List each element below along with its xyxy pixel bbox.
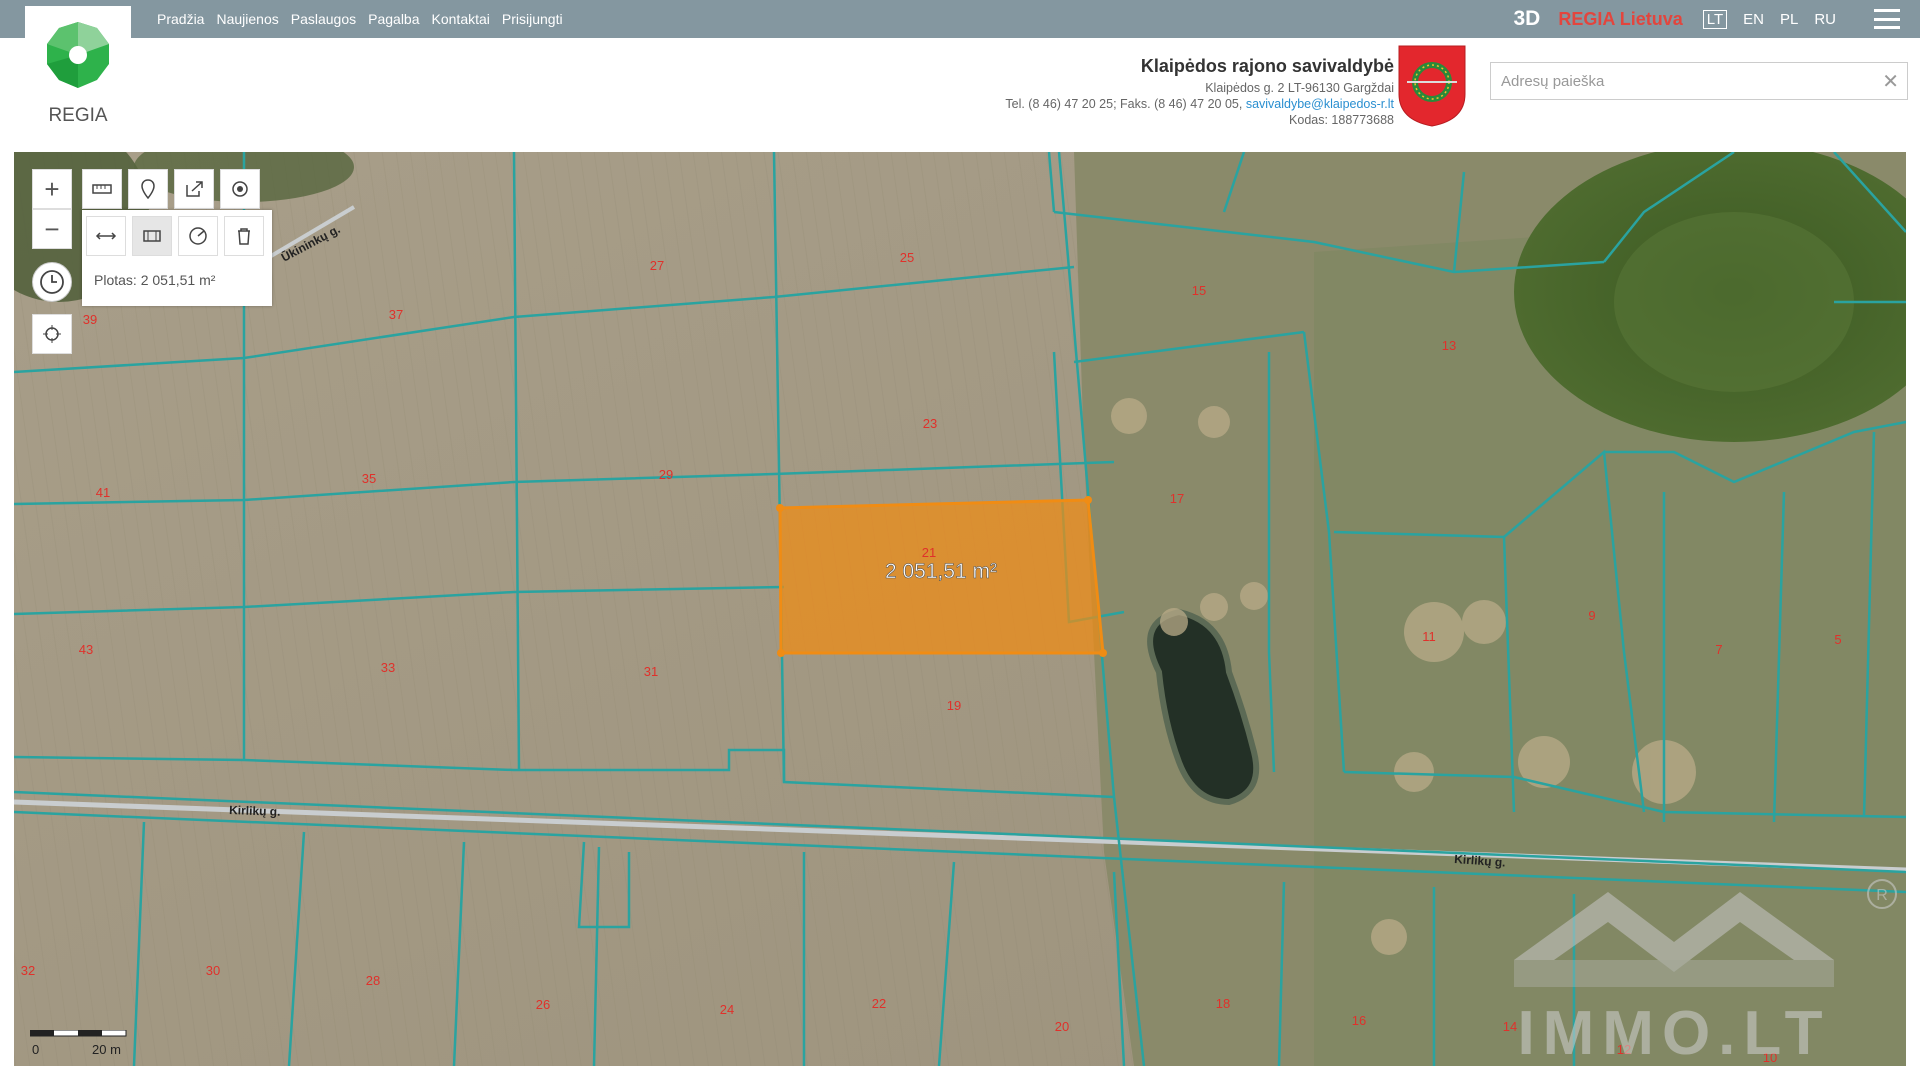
parcel-number: 31 <box>644 664 658 679</box>
parcel-number: 7 <box>1715 642 1722 657</box>
parcel-number: 30 <box>206 963 220 978</box>
target-icon[interactable] <box>220 169 260 209</box>
scale-distance-label: 20 m <box>92 1042 121 1057</box>
coat-of-arms-icon <box>1398 45 1466 127</box>
regia-logo-icon: REGIA <box>47 22 109 126</box>
zoom-in-button[interactable]: + <box>32 169 72 209</box>
menu-icon[interactable] <box>1874 9 1900 29</box>
parcel-number: 28 <box>366 973 380 988</box>
parcel-number: 13 <box>1442 338 1456 353</box>
3d-button[interactable]: 3D <box>1514 7 1541 31</box>
parcel-number: 14 <box>1503 1019 1517 1034</box>
nav-login[interactable]: Prisijungti <box>502 11 563 27</box>
parcel-number: 41 <box>96 485 110 500</box>
svg-text:REGIA: REGIA <box>48 105 107 126</box>
measure-distance-icon[interactable] <box>86 216 126 256</box>
toolbar-row-1 <box>82 169 260 209</box>
nav-contacts[interactable]: Kontaktai <box>432 11 490 27</box>
parcel-number: 43 <box>79 642 93 657</box>
regia-logo[interactable]: REGIA <box>25 6 131 130</box>
parcel-number: 25 <box>900 250 914 265</box>
parcel-number: 33 <box>381 660 395 675</box>
lang-pl[interactable]: PL <box>1780 11 1798 28</box>
parcel-number: 17 <box>1170 491 1184 506</box>
municipality-info: Klaipėdos rajono savivaldybė Klaipėdos g… <box>1005 56 1394 128</box>
municipality-contacts: Tel. (8 46) 47 20 25; Faks. (8 46) 47 20… <box>1005 97 1394 111</box>
history-clock-icon[interactable] <box>32 262 72 302</box>
nav-news[interactable]: Naujienos <box>216 11 278 27</box>
scale-bar: 0 20 m <box>29 1029 140 1065</box>
parcel-number: 20 <box>1055 1019 1069 1034</box>
polygon-area-label: 2 051,51 m² <box>885 560 997 583</box>
municipality-name: Klaipėdos rajono savivaldybė <box>1140 56 1394 76</box>
clear-icon[interactable]: ✕ <box>1882 69 1899 94</box>
regia-lietuva-link[interactable]: REGIA Lietuva <box>1558 9 1682 30</box>
address-search: ✕ <box>1490 62 1908 100</box>
measure-area-icon[interactable] <box>132 216 172 256</box>
parcel-number: 9 <box>1588 608 1595 623</box>
municipality-address: Klaipėdos g. 2 LT-96130 Gargždai <box>1205 81 1394 95</box>
parcel-number: 32 <box>21 963 35 978</box>
parcel-number: 21 <box>922 545 936 560</box>
nav-services[interactable]: Paslaugos <box>291 11 356 27</box>
area-measure-result: Plotas: 2 051,51 m² <box>94 272 216 288</box>
top-right-controls: 3D REGIA Lietuva LT EN PL RU <box>1514 0 1900 38</box>
municipality-code: Kodas: 188773688 <box>1289 113 1394 127</box>
parcel-number: 23 <box>923 416 937 431</box>
parcel-number: 15 <box>1192 283 1206 298</box>
map-canvas[interactable]: 2 051,51 m² Kirlikų g. Kirlikų g. Ūkinin… <box>14 152 1906 1066</box>
zoom-out-button[interactable]: − <box>32 209 72 249</box>
share-icon[interactable] <box>174 169 214 209</box>
search-input[interactable] <box>1491 63 1881 99</box>
parcel-number: 39 <box>83 312 97 327</box>
measure-radius-icon[interactable] <box>178 216 218 256</box>
parcel-number: 16 <box>1352 1013 1366 1028</box>
nav-home[interactable]: Pradžia <box>157 11 204 27</box>
street-label: Kirlikų g. <box>229 803 281 819</box>
trash-icon[interactable] <box>224 216 264 256</box>
parcel-number: 18 <box>1216 996 1230 1011</box>
parcel-number: 27 <box>650 258 664 273</box>
lang-lt[interactable]: LT <box>1702 9 1728 29</box>
parcel-number: 11 <box>1422 629 1436 644</box>
parcel-number: 5 <box>1834 632 1841 647</box>
location-pin-icon[interactable] <box>128 169 168 209</box>
parcel-number: 22 <box>872 996 886 1011</box>
parcel-number: 26 <box>536 997 550 1012</box>
parcel-number: 29 <box>659 467 673 482</box>
ruler-icon[interactable] <box>82 169 122 209</box>
main-nav: Pradžia Naujienos Paslaugos Pagalba Kont… <box>157 0 563 38</box>
locate-me-icon[interactable] <box>32 314 72 354</box>
map-view[interactable]: 2 051,51 m² Kirlikų g. Kirlikų g. Ūkinin… <box>14 152 1906 1066</box>
svg-text:R: R <box>1876 887 1888 904</box>
scale-zero-label: 0 <box>32 1042 39 1057</box>
lang-en[interactable]: EN <box>1743 11 1764 28</box>
nav-help[interactable]: Pagalba <box>368 11 419 27</box>
toolbar-row-2 <box>86 216 264 256</box>
parcel-number: 35 <box>362 471 376 486</box>
svg-text:IMMO.LT: IMMO.LT <box>1517 999 1830 1066</box>
lang-ru[interactable]: RU <box>1814 11 1836 28</box>
parcel-number: 24 <box>720 1002 734 1017</box>
municipality-email[interactable]: savivaldybe@klaipedos-r.lt <box>1246 97 1394 111</box>
parcel-number: 37 <box>389 307 403 322</box>
parcel-number: 19 <box>947 698 961 713</box>
